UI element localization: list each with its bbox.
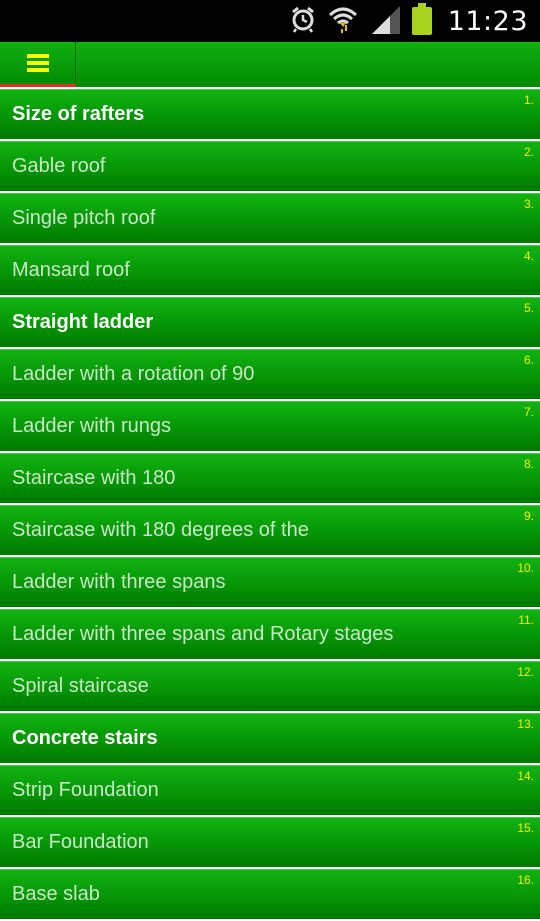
- list-item-label: Single pitch roof: [12, 207, 156, 229]
- list-item-label: Staircase with 180: [12, 467, 176, 489]
- action-bar: [0, 42, 540, 87]
- list-item-label: Ladder with a rotation of 90: [12, 363, 255, 385]
- list-item-number: 14.: [517, 769, 534, 783]
- list-item-number: 10.: [517, 561, 534, 575]
- list-item[interactable]: Ladder with three spans and Rotary stage…: [0, 609, 540, 659]
- hamburger-menu-icon: [27, 54, 49, 72]
- list-item[interactable]: Concrete stairs 13.: [0, 713, 540, 763]
- list-item[interactable]: Bar Foundation 15.: [0, 817, 540, 867]
- list-item-label: Size of rafters: [12, 103, 145, 125]
- list-item-label: Mansard roof: [12, 259, 130, 281]
- list-item-number: 9.: [523, 509, 534, 523]
- list-item-number: 3.: [523, 197, 534, 211]
- list-item-label: Bar Foundation: [12, 831, 149, 853]
- list-item-number: 2.: [523, 145, 534, 159]
- list-item-number: 5.: [523, 301, 534, 315]
- list-item-number: 11.: [518, 613, 534, 627]
- list-item[interactable]: Ladder with three spans 10.: [0, 557, 540, 607]
- list-item-label: Straight ladder: [12, 311, 154, 333]
- battery-icon: [411, 3, 432, 39]
- list-item-label: Gable roof: [12, 155, 106, 177]
- list-item-label: Concrete stairs: [12, 727, 158, 749]
- list-item[interactable]: Strip Foundation 14.: [0, 765, 540, 815]
- list-item-number: 13.: [517, 717, 534, 731]
- list-item[interactable]: Staircase with 180 degrees of the 9.: [0, 505, 540, 555]
- list-item[interactable]: Straight ladder 5.: [0, 297, 540, 347]
- list-item-number: 6.: [523, 353, 534, 367]
- wifi-icon: [328, 5, 358, 37]
- list-item[interactable]: Size of rafters 1.: [0, 89, 540, 139]
- list-item-label: Strip Foundation: [12, 779, 159, 801]
- list-item-number: 15.: [517, 821, 534, 835]
- list-item-number: 8.: [523, 457, 534, 471]
- list-item[interactable]: Ladder with a rotation of 90 6.: [0, 349, 540, 399]
- list-item[interactable]: Ladder with rungs 7.: [0, 401, 540, 451]
- list-item[interactable]: Spiral staircase 12.: [0, 661, 540, 711]
- list-item[interactable]: Single pitch roof 3.: [0, 193, 540, 243]
- list-item-label: Ladder with rungs: [12, 415, 171, 437]
- status-bar: 11:23: [0, 0, 540, 42]
- list-item-label: Spiral staircase: [12, 675, 149, 697]
- list-item-number: 16.: [517, 873, 534, 887]
- list-item-label: Base slab: [12, 883, 100, 905]
- list-item[interactable]: Base slab 16.: [0, 869, 540, 919]
- status-icons: 11:23: [290, 0, 528, 42]
- menu-active-indicator: [0, 84, 76, 87]
- calculator-list: Size of rafters 1. Gable roof 2. Single pitc…: [0, 89, 540, 921]
- list-item-label: Ladder with three spans: [12, 571, 226, 593]
- list-item-label: Staircase with 180 degrees of the: [12, 519, 309, 541]
- list-item-number: 4.: [523, 249, 534, 263]
- list-item[interactable]: Staircase with 180 8.: [0, 453, 540, 503]
- navigation-menu-button[interactable]: [0, 42, 76, 87]
- list-item-number: 1.: [523, 93, 534, 107]
- list-item-number: 7.: [523, 405, 534, 419]
- signal-icon: [370, 4, 400, 38]
- status-time: 11:23: [447, 5, 528, 37]
- alarm-icon: [290, 5, 316, 37]
- list-item[interactable]: Mansard roof 4.: [0, 245, 540, 295]
- list-item[interactable]: Gable roof 2.: [0, 141, 540, 191]
- list-item-number: 12.: [517, 665, 534, 679]
- list-item-label: Ladder with three spans and Rotary stage…: [12, 623, 394, 645]
